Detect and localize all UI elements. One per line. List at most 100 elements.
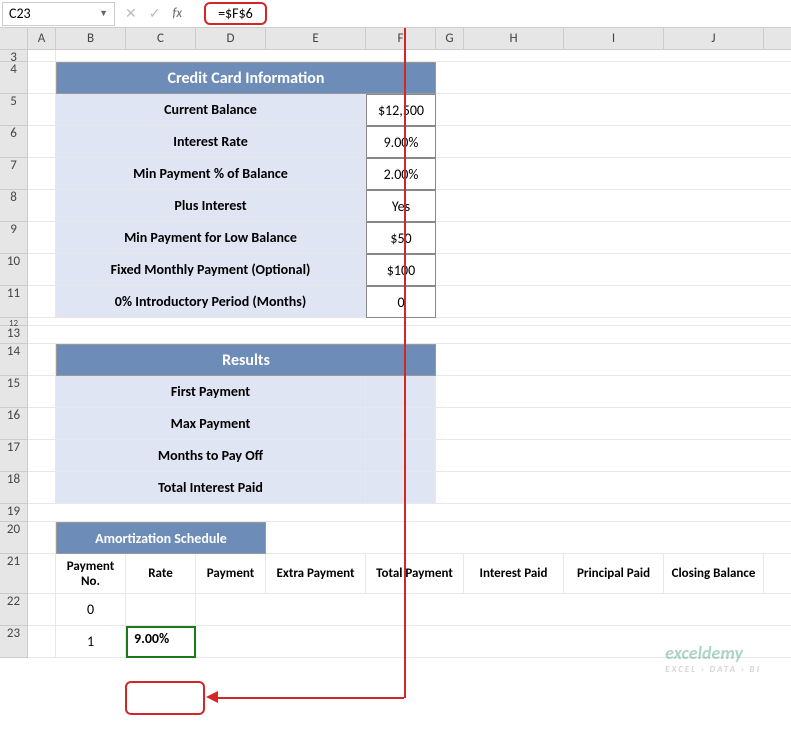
row-header[interactable]: 9 (0, 222, 28, 254)
cell[interactable] (436, 190, 791, 222)
info-value[interactable]: 0 (366, 286, 436, 318)
row-header[interactable]: 20 (0, 522, 28, 554)
cell[interactable] (436, 126, 791, 158)
cell[interactable] (436, 94, 791, 126)
cell[interactable] (28, 190, 56, 222)
cell[interactable] (28, 94, 56, 126)
row-header[interactable]: 17 (0, 440, 28, 472)
amort-cell[interactable]: 1 (56, 626, 126, 658)
cell[interactable] (436, 158, 791, 190)
row-header[interactable]: 6 (0, 126, 28, 158)
amort-cell[interactable] (126, 594, 196, 626)
row-header[interactable]: 15 (0, 376, 28, 408)
col-header-k[interactable] (764, 28, 791, 50)
amort-cell[interactable]: 0 (56, 594, 126, 626)
cell[interactable] (764, 554, 791, 594)
cell[interactable] (28, 522, 56, 554)
row-header[interactable]: 12 (0, 318, 28, 326)
cell[interactable] (28, 376, 56, 408)
row-header[interactable]: 3 (0, 50, 28, 62)
cell[interactable] (28, 554, 56, 594)
cell[interactable] (436, 286, 791, 318)
col-header-g[interactable]: G (436, 28, 464, 50)
info-value[interactable]: $100 (366, 254, 436, 286)
results-value[interactable] (366, 472, 436, 504)
row-header[interactable]: 5 (0, 94, 28, 126)
cell[interactable] (28, 126, 56, 158)
cell[interactable] (266, 522, 791, 554)
results-value[interactable] (366, 408, 436, 440)
cell[interactable] (28, 50, 56, 62)
row-header[interactable]: 13 (0, 326, 28, 344)
spreadsheet-grid[interactable]: A B C D E F G H I J 3 4 Credit Card Info… (0, 28, 791, 658)
info-value[interactable]: $50 (366, 222, 436, 254)
info-value[interactable]: $12,500 (366, 94, 436, 126)
cell[interactable] (28, 158, 56, 190)
cell[interactable] (28, 472, 56, 504)
row-header[interactable]: 11 (0, 286, 28, 318)
results-value[interactable] (366, 440, 436, 472)
col-header-f[interactable]: F (366, 28, 436, 50)
cell[interactable] (28, 286, 56, 318)
row-header[interactable]: 19 (0, 504, 28, 522)
cell[interactable] (436, 376, 791, 408)
row-header[interactable]: 18 (0, 472, 28, 504)
cancel-icon[interactable]: ✕ (125, 5, 137, 22)
amort-header: Closing Balance (664, 554, 764, 594)
cell[interactable] (28, 504, 791, 522)
cell[interactable] (196, 626, 791, 658)
row-header[interactable]: 10 (0, 254, 28, 286)
cell[interactable] (436, 472, 791, 504)
col-header-j[interactable]: J (664, 28, 764, 50)
formula-bar-icons: ✕ ✓ fx (117, 5, 198, 22)
row-header[interactable]: 21 (0, 554, 28, 594)
row-header[interactable]: 4 (0, 62, 28, 94)
cell[interactable] (28, 594, 56, 626)
cell[interactable] (28, 62, 56, 94)
row-header[interactable]: 16 (0, 408, 28, 440)
enter-icon[interactable]: ✓ (149, 5, 161, 22)
col-header-b[interactable]: B (56, 28, 126, 50)
cell[interactable] (28, 408, 56, 440)
row-header[interactable]: 7 (0, 158, 28, 190)
info-value[interactable]: Yes (366, 190, 436, 222)
cell[interactable] (436, 222, 791, 254)
cell[interactable] (436, 440, 791, 472)
row-header[interactable]: 8 (0, 190, 28, 222)
cell[interactable] (28, 318, 791, 326)
info-value[interactable]: 9.00% (366, 126, 436, 158)
col-header-a[interactable]: A (28, 28, 56, 50)
info-label: Fixed Monthly Payment (Optional) (56, 254, 366, 286)
col-header-e[interactable]: E (266, 28, 366, 50)
selected-cell-c23[interactable]: 9.00% (126, 626, 196, 658)
cell[interactable] (28, 326, 791, 344)
cell[interactable] (436, 408, 791, 440)
info-value[interactable]: 2.00% (366, 158, 436, 190)
cell[interactable] (28, 626, 56, 658)
row-header[interactable]: 23 (0, 626, 28, 658)
annotation-arrow-line (216, 697, 404, 699)
cell[interactable] (28, 440, 56, 472)
col-header-h[interactable]: H (464, 28, 564, 50)
cell[interactable] (28, 254, 56, 286)
cell[interactable] (436, 254, 791, 286)
amort-header: Rate (126, 554, 196, 594)
cell[interactable] (28, 344, 56, 376)
cell[interactable] (196, 594, 791, 626)
dropdown-arrow-icon[interactable]: ▼ (99, 8, 108, 19)
col-header-c[interactable]: C (126, 28, 196, 50)
select-all-corner[interactable] (0, 28, 28, 50)
col-header-d[interactable]: D (196, 28, 266, 50)
formula-input[interactable]: =$F$6 (198, 0, 791, 27)
row-header[interactable]: 22 (0, 594, 28, 626)
results-value[interactable] (366, 376, 436, 408)
cell[interactable] (436, 344, 791, 376)
info-label: Interest Rate (56, 126, 366, 158)
cell[interactable] (28, 222, 56, 254)
cell[interactable] (436, 62, 791, 94)
fx-icon[interactable]: fx (172, 6, 182, 21)
cell[interactable] (56, 50, 791, 62)
name-box[interactable]: C23 ▼ (2, 2, 115, 26)
row-header[interactable]: 14 (0, 344, 28, 376)
col-header-i[interactable]: I (564, 28, 664, 50)
